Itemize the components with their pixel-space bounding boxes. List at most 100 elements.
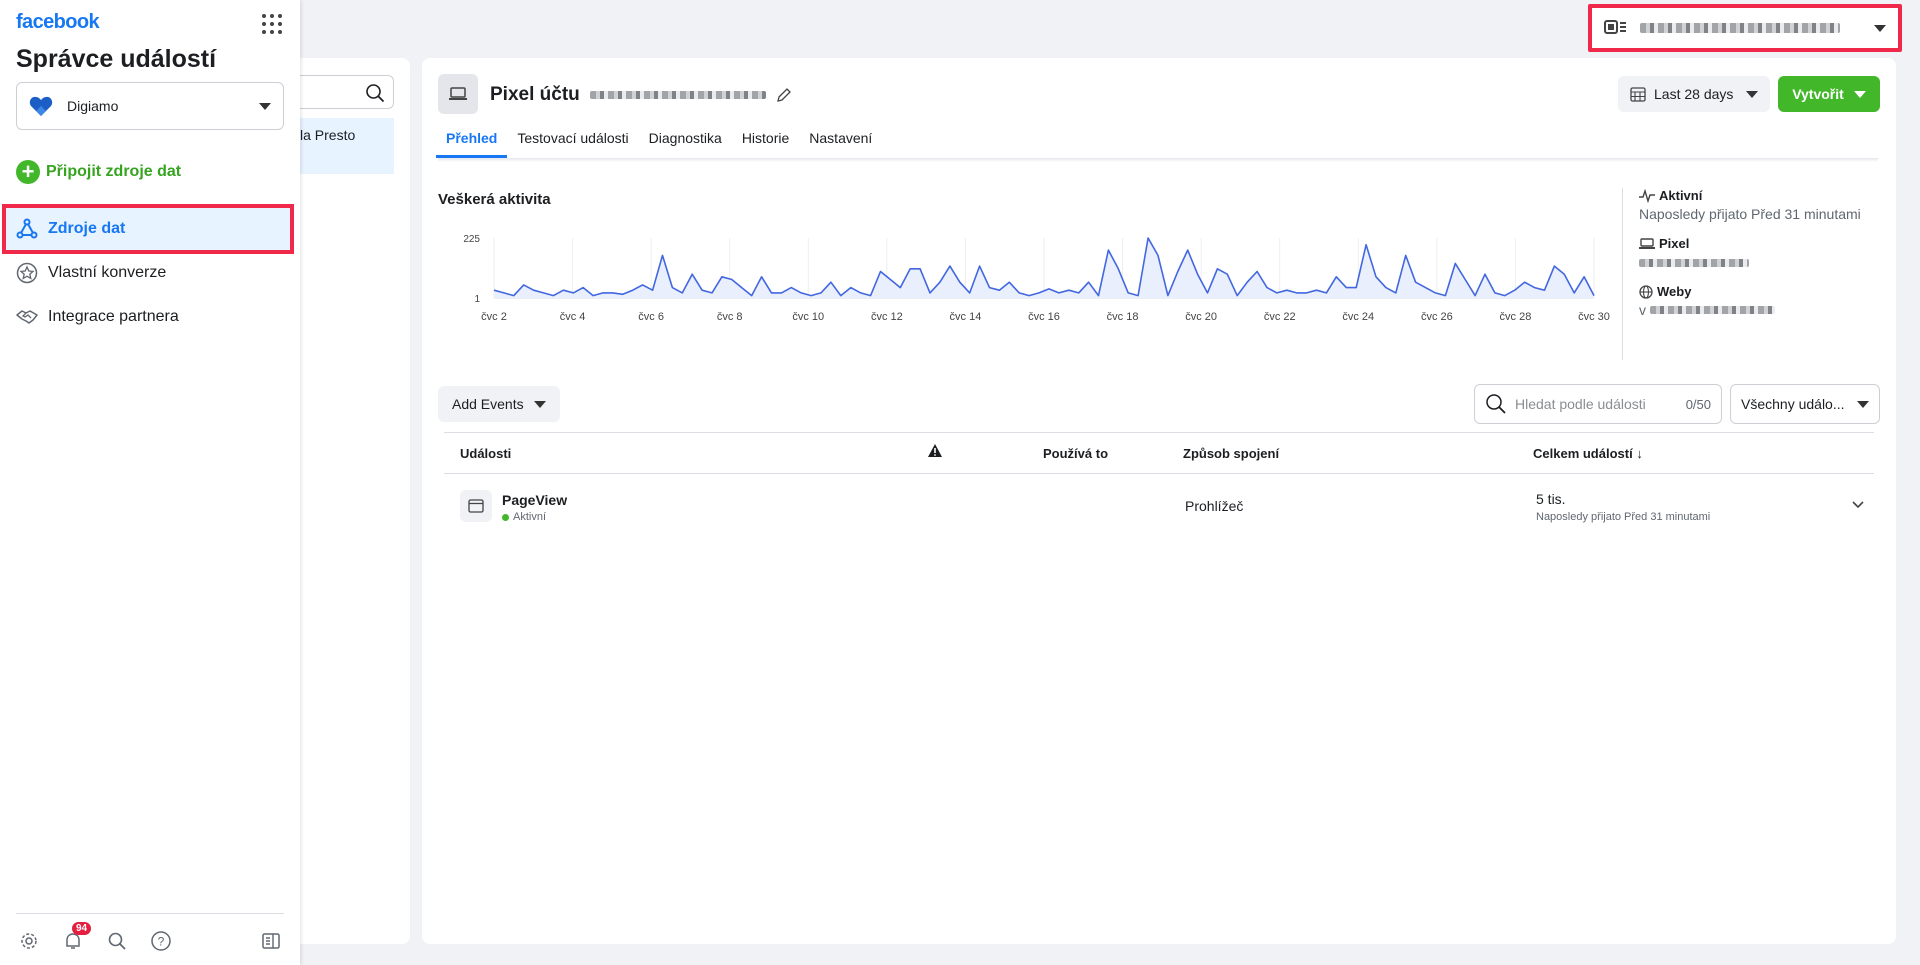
event-status-label: Aktivní xyxy=(513,511,547,523)
x-tick-label: čvc 6 xyxy=(638,311,664,323)
top-account-switcher[interactable] xyxy=(1588,4,1902,52)
active-status-dot xyxy=(502,513,509,521)
redacted-pixel-value xyxy=(1639,259,1749,267)
data-source-search-input[interactable] xyxy=(300,75,394,109)
activity-info-column: Aktivní Naposledy přijato Před 31 minuta… xyxy=(1622,188,1882,360)
list-item-label: la Presto xyxy=(300,127,356,143)
sidebar-item-label: Zdroje dat xyxy=(48,220,126,237)
sidebar-item-label: Integrace partnera xyxy=(48,308,179,325)
pixel-title: Pixel účtu xyxy=(490,84,792,106)
status-block: Aktivní Naposledy přijato Před 31 minuta… xyxy=(1639,188,1882,222)
column-header-events[interactable]: Události xyxy=(460,446,511,461)
calendar-icon xyxy=(1630,87,1646,102)
tab-overview[interactable]: Přehled xyxy=(436,128,508,158)
pencil-icon[interactable] xyxy=(776,87,792,103)
facebook-logo[interactable]: facebook xyxy=(16,11,100,34)
chevron-down-icon xyxy=(259,102,271,110)
laptop-icon xyxy=(438,74,478,114)
column-header-total-events-label: Celkem událostí xyxy=(1533,446,1633,461)
x-tick-label: čvc 28 xyxy=(1500,311,1532,323)
x-tick-label: čvc 8 xyxy=(717,311,743,323)
event-search-input[interactable]: Hledat podle události 0/50 xyxy=(1474,384,1722,424)
add-events-label: Add Events xyxy=(452,396,524,412)
gear-icon[interactable] xyxy=(16,928,42,954)
event-total-sub: Naposledy přijato Před 31 minutami xyxy=(1536,511,1711,523)
create-button-label: Vytvořit xyxy=(1792,86,1844,102)
chevron-down-icon xyxy=(1857,400,1869,408)
y-tick-label: 1 xyxy=(474,294,480,305)
help-icon[interactable]: ? xyxy=(148,928,174,954)
data-source-list-panel: la Presto xyxy=(300,58,410,944)
chevron-down-icon xyxy=(1874,24,1886,32)
y-tick-label: 225 xyxy=(463,234,480,245)
browser-window-icon xyxy=(460,490,492,522)
sites-prefix: v xyxy=(1639,302,1646,318)
date-range-label: Last 28 days xyxy=(1654,86,1734,102)
account-name: Digiamo xyxy=(67,98,119,114)
pixel-title-label: Pixel účtu xyxy=(490,84,580,105)
sidebar-footer: 94 ? xyxy=(16,922,284,954)
chevron-down-icon xyxy=(534,400,546,408)
star-icon xyxy=(16,262,38,284)
event-filter-label: Všechny událo... xyxy=(1741,396,1845,412)
tab-settings[interactable]: Nastavení xyxy=(799,128,882,158)
sites-block: Weby v xyxy=(1639,284,1882,318)
x-tick-label: čvc 24 xyxy=(1342,311,1374,323)
bell-icon[interactable]: 94 xyxy=(60,922,92,954)
tab-diagnostics[interactable]: Diagnostika xyxy=(639,128,732,158)
tab-test-events[interactable]: Testovací události xyxy=(507,128,638,158)
event-connection-method: Prohlížeč xyxy=(1185,498,1244,514)
sort-down-arrow-icon: ↓ xyxy=(1636,446,1643,461)
sidebar-item-custom-conversions[interactable]: Vlastní konverze xyxy=(4,250,292,296)
date-range-button[interactable]: Last 28 days xyxy=(1618,76,1770,112)
heart-icon xyxy=(29,96,53,116)
status-label: Aktivní xyxy=(1659,188,1703,203)
pixel-heading: Pixel xyxy=(1639,236,1882,251)
event-status: Aktivní xyxy=(502,511,546,523)
sidebar-item-data-sources[interactable]: Zdroje dat xyxy=(2,204,294,254)
laptop-icon xyxy=(1639,237,1655,249)
x-tick-label: čvc 12 xyxy=(871,311,903,323)
handshake-icon xyxy=(16,306,38,328)
apps-grid-icon[interactable] xyxy=(262,14,282,34)
search-icon[interactable] xyxy=(104,928,130,954)
chevron-down-icon[interactable] xyxy=(1851,500,1865,510)
add-events-button[interactable]: Add Events xyxy=(438,386,560,422)
sidebar-item-partner-integrations[interactable]: Integrace partnera xyxy=(4,294,292,340)
warning-icon xyxy=(928,444,942,460)
tab-history[interactable]: Historie xyxy=(732,128,799,158)
svg-text:?: ? xyxy=(158,935,165,949)
notification-badge: 94 xyxy=(72,922,92,935)
event-filter-select[interactable]: Všechny událo... xyxy=(1730,384,1880,424)
x-tick-label: čvc 18 xyxy=(1107,311,1139,323)
search-icon xyxy=(1486,394,1506,414)
column-header-total-events[interactable]: Celkem událostí ↓ xyxy=(1533,446,1643,461)
data-sources-icon xyxy=(16,218,38,240)
sidebar-item-label: Vlastní konverze xyxy=(48,264,167,281)
column-header-used-by[interactable]: Používá to xyxy=(1043,446,1108,461)
business-account-select[interactable]: Digiamo xyxy=(16,82,284,130)
event-name[interactable]: PageView xyxy=(502,492,567,508)
column-header-connection-method[interactable]: Způsob spojení xyxy=(1183,446,1279,461)
redacted-account-name xyxy=(1640,23,1840,33)
connect-data-sources-label: Připojit zdroje dat xyxy=(46,163,182,180)
sites-value: v xyxy=(1639,302,1882,318)
x-tick-label: čvc 16 xyxy=(1028,311,1060,323)
collapse-sidebar-icon[interactable] xyxy=(258,928,284,954)
chevron-down-icon xyxy=(1746,90,1758,98)
x-tick-label: čvc 26 xyxy=(1421,311,1453,323)
redacted-site-url xyxy=(1650,306,1775,314)
events-table-header: Události Používá to Způsob spojení Celke… xyxy=(444,432,1874,474)
create-button[interactable]: Vytvořit xyxy=(1778,76,1880,112)
x-tick-label: čvc 20 xyxy=(1185,311,1217,323)
list-item[interactable]: la Presto xyxy=(300,118,394,174)
pixel-block: Pixel xyxy=(1639,236,1882,270)
sites-heading: Weby xyxy=(1639,284,1882,299)
sidebar-divider xyxy=(16,913,284,914)
tabs-divider xyxy=(438,158,1878,162)
connect-data-sources-button[interactable]: + Připojit zdroje dat xyxy=(16,160,181,184)
chart-title: Veškerá aktivita xyxy=(438,191,551,208)
ad-account-icon xyxy=(1604,20,1626,34)
table-row[interactable]: PageView Aktivní Prohlížeč 5 tis. Naposl… xyxy=(444,474,1874,538)
status-sub: Naposledy přijato Před 31 minutami xyxy=(1639,206,1861,222)
